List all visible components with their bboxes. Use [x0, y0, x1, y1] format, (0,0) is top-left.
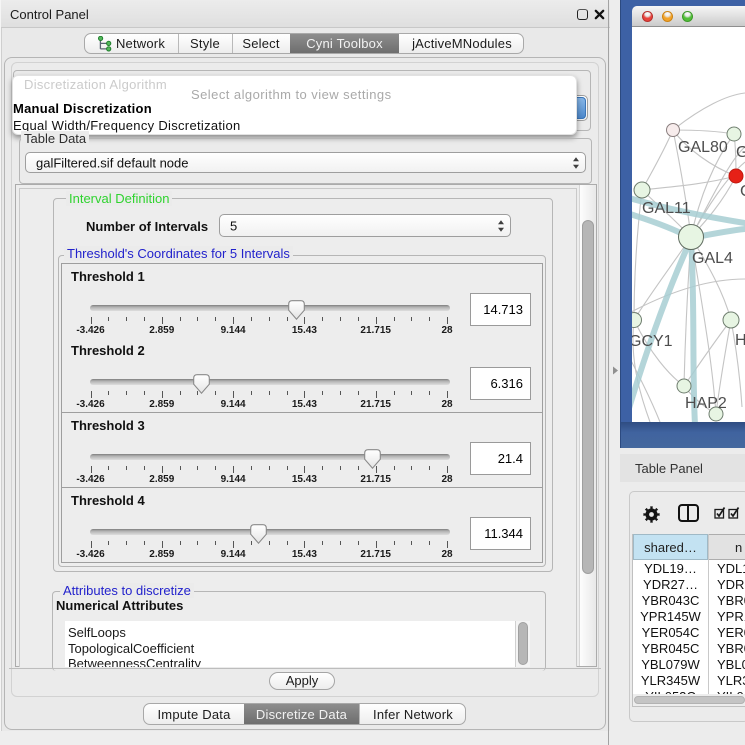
svg-text:H: H	[735, 332, 745, 349]
svg-text:GCY1: GCY1	[632, 333, 673, 350]
svg-text:GAL11: GAL11	[642, 200, 691, 217]
svg-text:G: G	[736, 144, 745, 161]
svg-text:C: C	[740, 183, 745, 200]
svg-text:GAL80: GAL80	[678, 139, 728, 156]
svg-text:GAL4: GAL4	[692, 250, 733, 267]
svg-text:HAP2: HAP2	[685, 395, 727, 412]
